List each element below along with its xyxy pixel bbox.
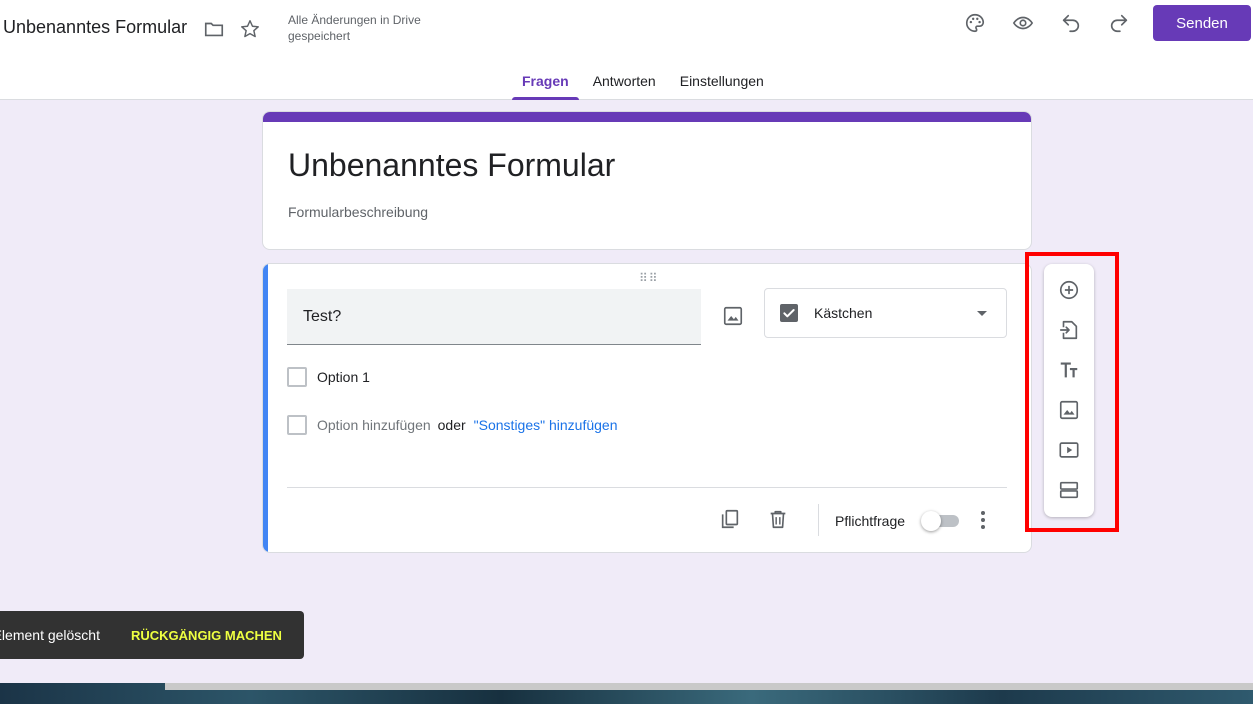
save-status: Alle Änderungen in Drive gespeichert — [288, 13, 421, 43]
form-title-card: Unbenanntes Formular Formularbeschreibun… — [262, 111, 1032, 250]
more-options-icon[interactable] — [975, 508, 991, 532]
question-title-input[interactable]: Test? — [287, 289, 701, 345]
snackbar-message: Element gelöscht — [0, 627, 100, 643]
add-video-icon[interactable] — [1057, 438, 1081, 462]
snackbar: Element gelöscht RÜCKGÄNGIG MACHEN — [0, 611, 304, 659]
question-type-dropdown[interactable]: Kästchen — [764, 288, 1007, 338]
option-row[interactable]: Option 1 — [287, 367, 370, 387]
add-image-to-question-icon[interactable] — [719, 302, 747, 330]
option-label[interactable]: Option 1 — [317, 369, 370, 385]
add-section-icon[interactable] — [1057, 478, 1081, 502]
top-bar: Unbenanntes Formular Alle Änderungen in … — [0, 0, 1253, 100]
form-title[interactable]: Unbenanntes Formular — [288, 147, 615, 184]
question-card[interactable]: ⠿⠿ Test? Kästchen Option 1 Option hinzuf… — [262, 263, 1032, 553]
form-description-field[interactable]: Formularbeschreibung — [288, 204, 428, 220]
checkbox-type-icon — [780, 304, 798, 322]
background-window-edge — [165, 683, 1253, 690]
required-label: Pflichtfrage — [835, 513, 906, 529]
import-questions-icon[interactable] — [1057, 318, 1081, 342]
toggle-knob — [921, 511, 941, 531]
drag-handle-icon[interactable]: ⠿⠿ — [639, 271, 659, 285]
star-icon[interactable] — [238, 17, 262, 41]
delete-icon[interactable] — [765, 506, 791, 532]
question-type-label: Kästchen — [814, 305, 873, 321]
tab-responses[interactable]: Antworten — [581, 62, 668, 100]
tab-settings[interactable]: Einstellungen — [668, 62, 776, 100]
add-title-icon[interactable] — [1057, 358, 1081, 382]
add-option-row: Option hinzufügen oder "Sonstiges" hinzu… — [287, 415, 618, 435]
eye-icon[interactable] — [1011, 11, 1035, 35]
snackbar-undo-button[interactable]: RÜCKGÄNGIG MACHEN — [131, 628, 282, 643]
tab-questions[interactable]: Fragen — [510, 62, 581, 100]
add-other-link[interactable]: "Sonstiges" hinzufügen — [474, 417, 618, 433]
floating-toolbar — [1044, 264, 1094, 517]
palette-icon[interactable] — [963, 11, 987, 35]
add-option-field[interactable]: Option hinzufügen — [317, 417, 431, 433]
option-checkbox — [287, 367, 307, 387]
tab-bar: Fragen Antworten Einstellungen — [510, 62, 776, 100]
duplicate-icon[interactable] — [717, 506, 743, 532]
question-footer-divider — [287, 487, 1007, 488]
required-toggle[interactable] — [921, 511, 959, 531]
footer-separator — [818, 504, 819, 536]
option-checkbox — [287, 415, 307, 435]
chevron-down-icon — [977, 311, 987, 316]
redo-icon[interactable] — [1107, 11, 1131, 35]
doc-title[interactable]: Unbenanntes Formular — [3, 17, 187, 38]
folder-icon[interactable] — [202, 17, 226, 41]
add-image-icon[interactable] — [1057, 398, 1081, 422]
undo-icon[interactable] — [1059, 11, 1083, 35]
question-card-accent — [263, 264, 268, 552]
send-button[interactable]: Senden — [1153, 5, 1251, 41]
add-question-icon[interactable] — [1057, 278, 1081, 302]
or-label: oder — [437, 417, 466, 433]
title-card-accent — [263, 112, 1031, 122]
